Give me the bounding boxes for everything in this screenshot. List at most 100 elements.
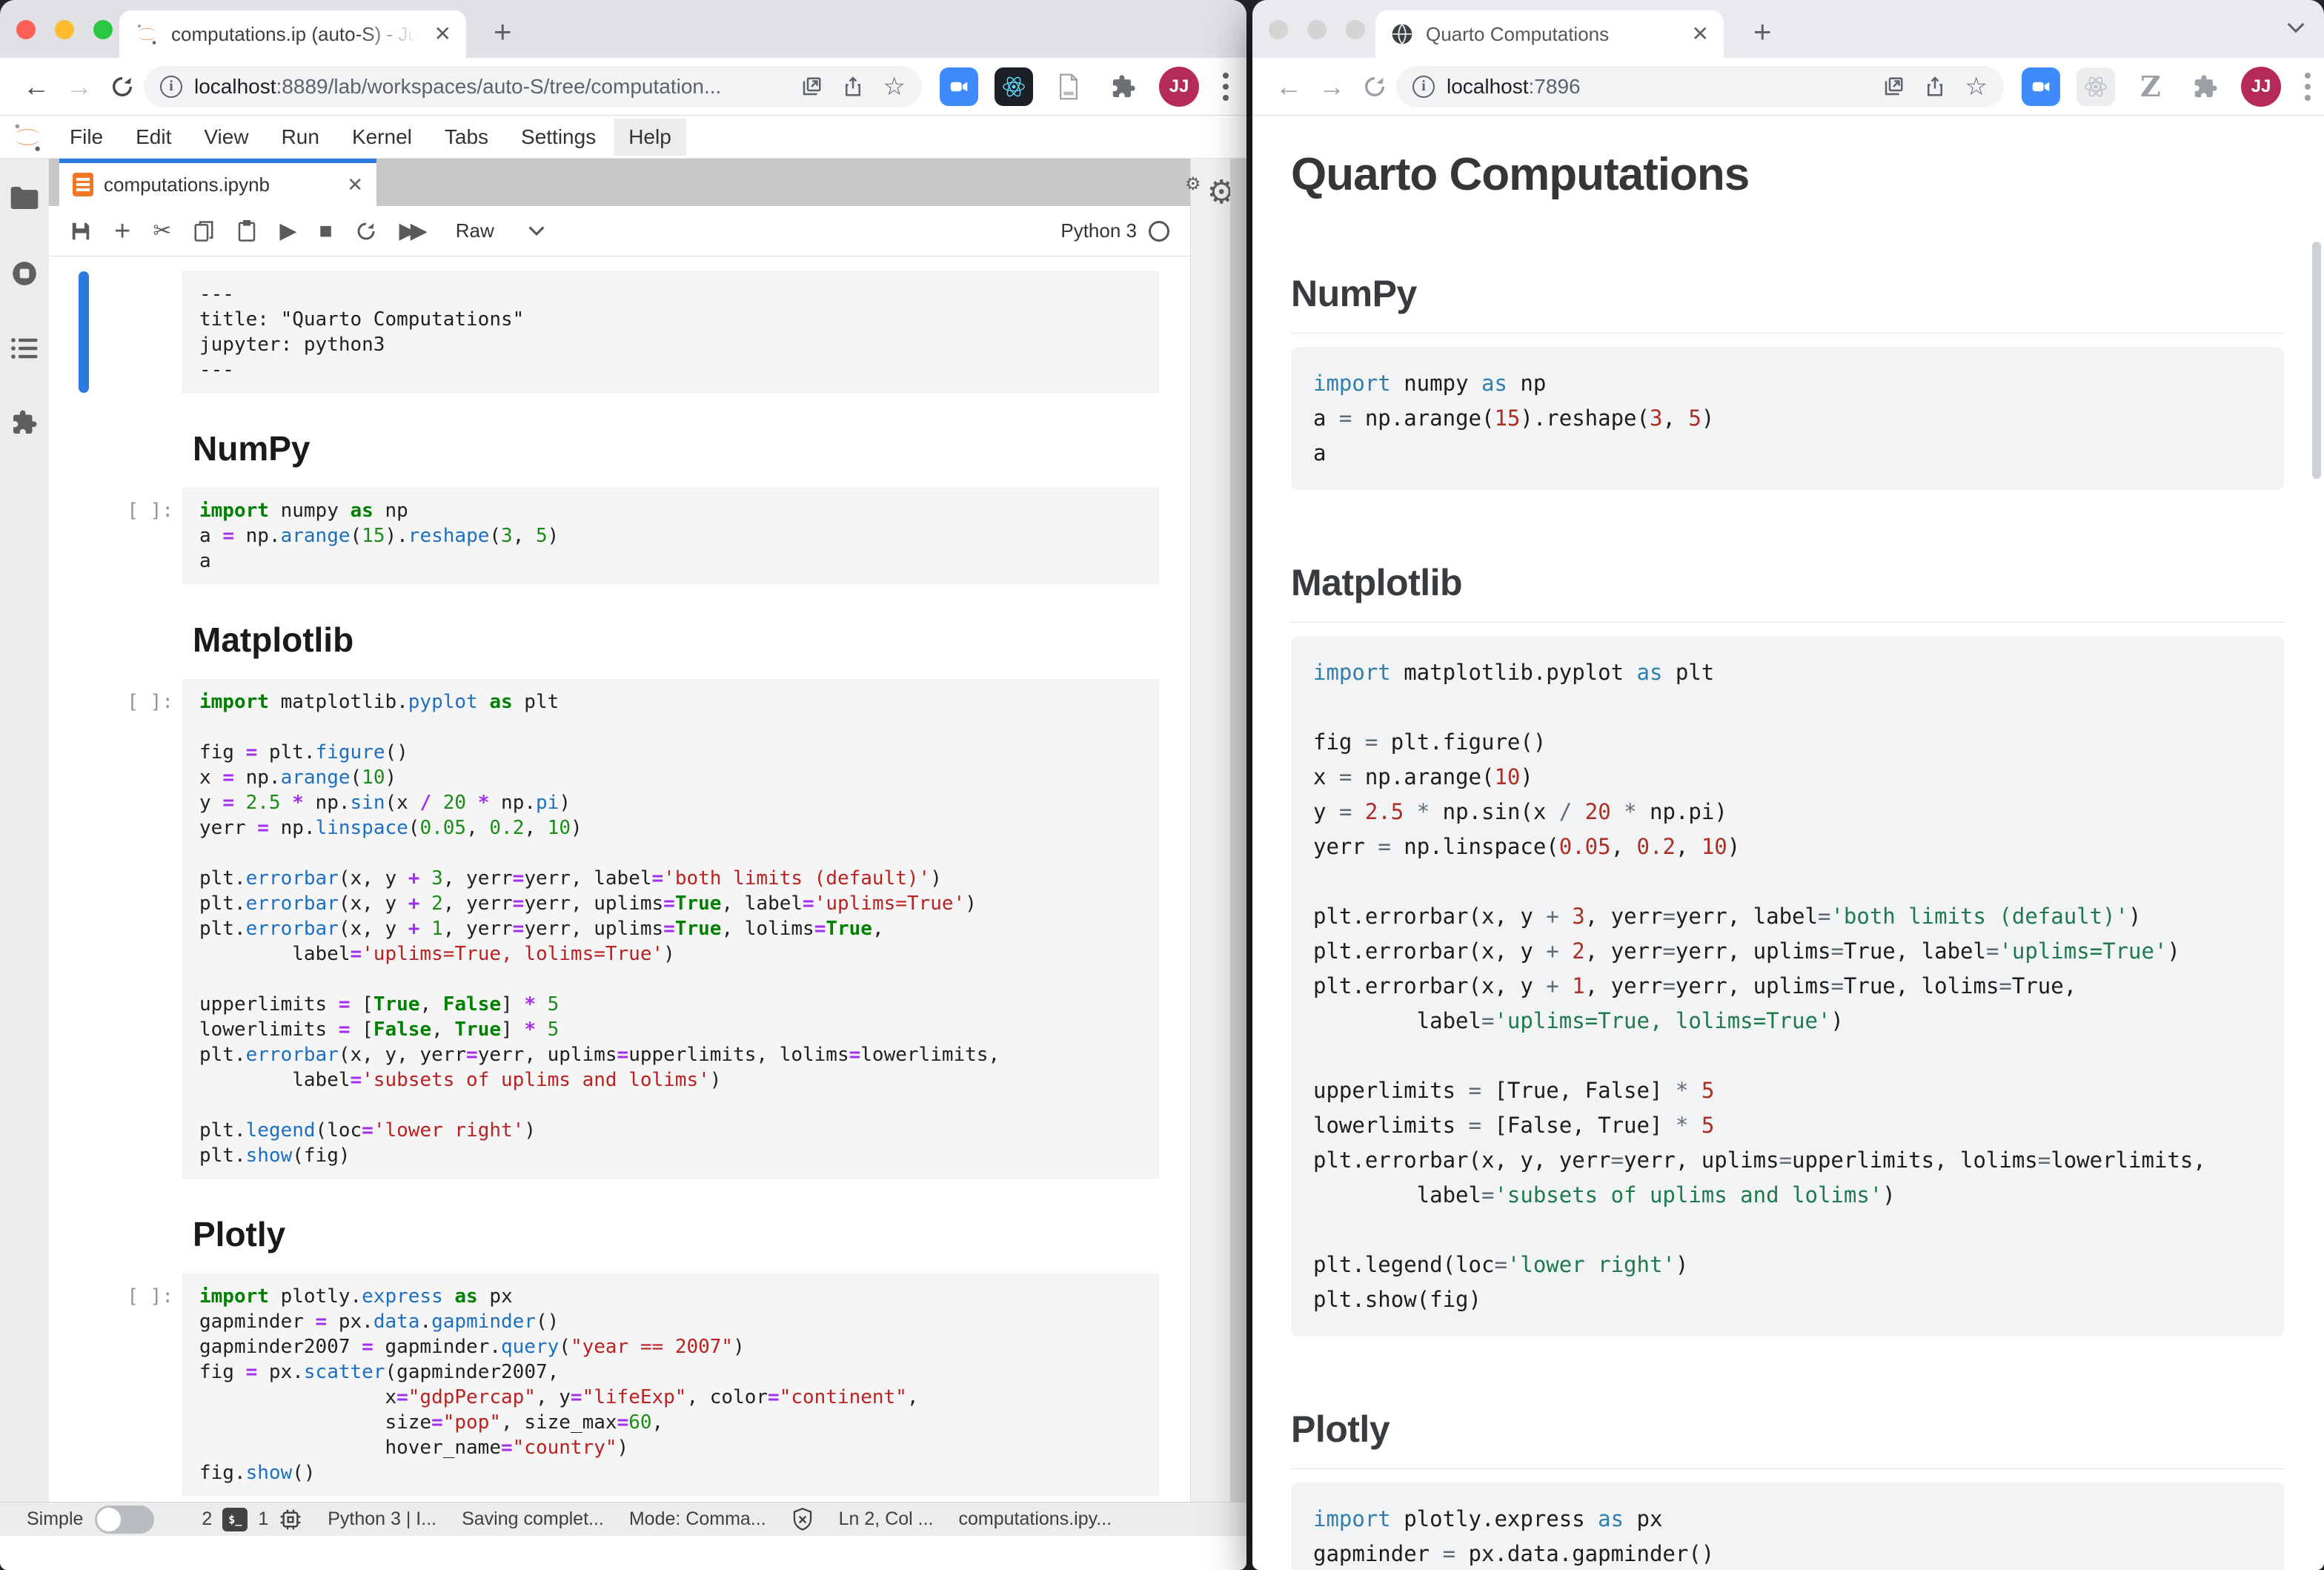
interrupt-kernel-icon[interactable]: ■	[319, 220, 332, 242]
browser-tab-title: computations.ip (auto-S) - Jup	[171, 23, 422, 46]
running-kernels-icon[interactable]	[10, 259, 39, 288]
window-scroll-gutter[interactable]	[1230, 159, 1246, 1502]
new-tab-button[interactable]: +	[494, 16, 512, 47]
cell-editor[interactable]: import numpy as np a = np.arange(15).res…	[182, 488, 1159, 584]
back-icon[interactable]: ←	[1267, 71, 1310, 102]
cell-type-dropdown[interactable]: Raw	[456, 219, 545, 242]
extensions-puzzle-icon[interactable]	[2186, 67, 2225, 106]
add-cell-icon[interactable]: +	[114, 217, 130, 245]
copy-cells-icon[interactable]	[193, 220, 214, 242]
cut-cells-icon[interactable]: ✂	[153, 220, 171, 242]
kernel-status-text[interactable]: Python 3 | I...	[328, 1508, 436, 1530]
markdown-heading[interactable]: Plotly	[193, 1214, 1190, 1254]
react-devtools-icon[interactable]	[995, 67, 1033, 106]
table-of-contents-icon[interactable]	[10, 337, 39, 360]
jupyter-favicon	[134, 21, 159, 47]
url-text[interactable]: localhost:7896	[1447, 75, 1870, 99]
command-mode-indicator[interactable]: Mode: Comma...	[629, 1508, 766, 1530]
z-extension-icon[interactable]: Z	[2131, 67, 2170, 106]
markdown-heading[interactable]: NumPy	[193, 428, 1190, 468]
tab-close-icon[interactable]: ✕	[1692, 24, 1709, 44]
browser-tab[interactable]: computations.ip (auto-S) - Jup ✕	[119, 10, 466, 58]
code-cell[interactable]: [ ]:import matplotlib.pyplot as plt fig …	[49, 679, 1190, 1179]
minimize-window-button[interactable]	[1307, 20, 1327, 39]
open-in-new-icon[interactable]	[1882, 76, 1905, 98]
open-in-new-icon[interactable]	[800, 76, 823, 98]
menu-settings[interactable]: Settings	[506, 119, 611, 156]
zoom-extension-icon[interactable]	[2022, 67, 2060, 106]
raw-cell[interactable]: --- title: "Quarto Computations" jupyter…	[49, 271, 1190, 393]
bookmark-star-icon[interactable]: ☆	[883, 72, 906, 102]
menu-run[interactable]: Run	[267, 119, 334, 156]
code-block-text: import plotly.express as px gapminder = …	[1313, 1502, 2262, 1570]
menu-kernel[interactable]: Kernel	[337, 119, 427, 156]
address-bar[interactable]: i localhost:7896 ☆	[1396, 66, 2004, 107]
simple-mode-label: Simple	[27, 1508, 83, 1530]
menu-tabs[interactable]: Tabs	[430, 119, 503, 156]
quarto-browser-window: Quarto Computations ✕ + ← → i localhost:…	[1252, 0, 2324, 1570]
site-info-icon[interactable]: i	[1412, 76, 1435, 98]
code-block: import plotly.express as px gapminder = …	[1291, 1483, 2284, 1570]
tab-close-icon[interactable]: ✕	[434, 24, 451, 44]
status-bar: Simple 2 $_ 1 Python 3 | I... Saving com…	[0, 1502, 1246, 1536]
new-tab-button[interactable]: +	[1753, 16, 1772, 47]
notebook-tab-close-icon[interactable]: ✕	[347, 175, 363, 194]
notebook-content[interactable]: --- title: "Quarto Computations" jupyter…	[49, 256, 1190, 1521]
terminal-count: 2	[202, 1508, 212, 1530]
window-controls[interactable]	[16, 20, 113, 39]
profile-avatar[interactable]: JJ	[2241, 67, 2281, 107]
kernel-chip-icon[interactable]	[279, 1508, 302, 1531]
cell-prompt: [ ]:	[79, 679, 182, 715]
notebook-toolbar: + ✂ ▶ ■ ▶▶ Raw Python 3	[49, 206, 1190, 256]
restart-run-all-icon[interactable]: ▶▶	[399, 220, 422, 242]
extensions-puzzle-icon[interactable]	[1104, 67, 1143, 106]
notebook-tab[interactable]: computations.ipynb ✕	[59, 159, 376, 206]
property-inspector-icon[interactable]: ⚙⚙	[1191, 174, 1236, 211]
extension-manager-icon[interactable]	[11, 409, 38, 436]
zoom-extension-icon[interactable]	[940, 67, 978, 106]
browser-menu-icon[interactable]	[2297, 73, 2318, 101]
run-cell-icon[interactable]: ▶	[279, 220, 296, 242]
cell-editor[interactable]: --- title: "Quarto Computations" jupyter…	[182, 271, 1159, 393]
paste-cells-icon[interactable]	[236, 220, 257, 242]
profile-avatar[interactable]: JJ	[1159, 67, 1199, 107]
reload-icon[interactable]	[1353, 74, 1396, 99]
react-devtools-icon[interactable]	[2076, 67, 2115, 106]
minimize-window-button[interactable]	[55, 20, 74, 39]
share-icon[interactable]	[1924, 76, 1946, 98]
menu-view[interactable]: View	[189, 119, 263, 156]
cell-editor[interactable]: import matplotlib.pyplot as plt fig = pl…	[182, 679, 1159, 1179]
tab-search-chevron-icon[interactable]	[2287, 22, 2305, 34]
close-window-button[interactable]	[1269, 20, 1288, 39]
site-info-icon[interactable]: i	[160, 76, 182, 98]
menu-file[interactable]: File	[55, 119, 118, 156]
simple-mode-toggle[interactable]	[95, 1506, 154, 1534]
browser-menu-icon[interactable]	[1215, 73, 1236, 101]
menu-help[interactable]: Help	[614, 119, 686, 156]
menu-edit[interactable]: Edit	[121, 119, 186, 156]
document-extension-icon[interactable]	[1049, 67, 1088, 106]
url-text[interactable]: localhost:8889/lab/workspaces/auto-S/tre…	[194, 75, 788, 99]
close-window-button[interactable]	[16, 20, 36, 39]
share-icon[interactable]	[842, 76, 864, 98]
file-browser-icon[interactable]	[10, 185, 39, 211]
code-cell[interactable]: [ ]:import numpy as np a = np.arange(15)…	[49, 488, 1190, 584]
browser-tab[interactable]: Quarto Computations ✕	[1375, 10, 1724, 58]
forward-icon[interactable]: →	[1310, 71, 1353, 102]
bookmark-star-icon[interactable]: ☆	[1965, 72, 1988, 102]
reload-icon[interactable]	[101, 74, 144, 99]
zoom-window-button[interactable]	[93, 20, 113, 39]
page-scrollbar[interactable]	[2312, 242, 2321, 479]
back-icon[interactable]: ←	[15, 71, 58, 102]
kernel-indicator[interactable]: Python 3	[1060, 219, 1169, 242]
address-bar[interactable]: i localhost:8889/lab/workspaces/auto-S/t…	[144, 66, 922, 107]
terminal-icon[interactable]: $_	[222, 1508, 248, 1531]
line-col-indicator[interactable]: Ln 2, Col ...	[839, 1508, 934, 1530]
cell-editor[interactable]: import plotly.express as px gapminder = …	[182, 1273, 1159, 1496]
window-controls[interactable]	[1269, 20, 1365, 39]
zoom-window-button[interactable]	[1346, 20, 1365, 39]
restart-kernel-icon[interactable]	[355, 220, 377, 242]
markdown-heading[interactable]: Matplotlib	[193, 620, 1190, 660]
code-cell[interactable]: [ ]:import plotly.express as px gapminde…	[49, 1273, 1190, 1496]
save-icon[interactable]	[70, 220, 92, 242]
